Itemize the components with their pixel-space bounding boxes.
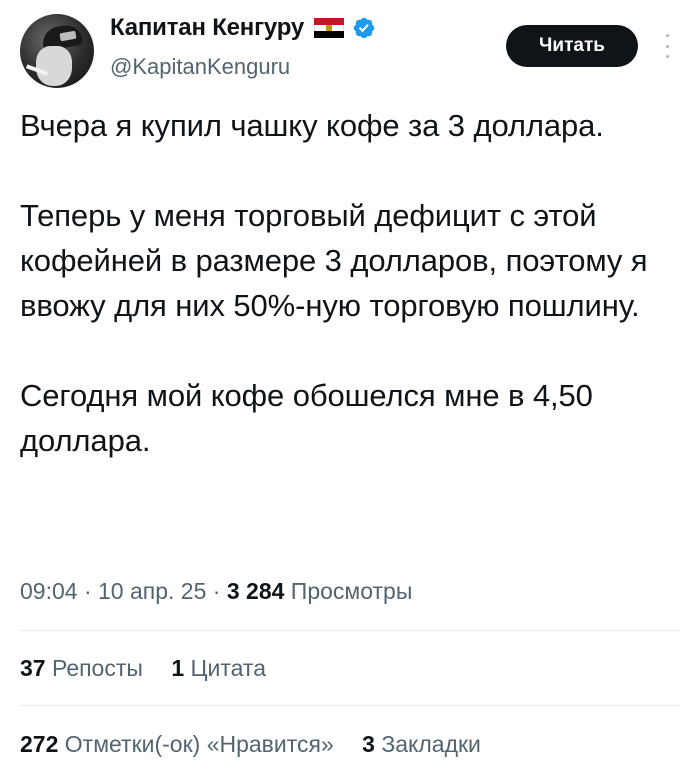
author-handle[interactable]: @KapitanKenguru bbox=[110, 54, 290, 80]
reposts-count: 37 bbox=[20, 655, 46, 681]
quotes-count: 1 bbox=[171, 655, 185, 681]
meta-separator: · bbox=[206, 578, 227, 604]
likes-count: 272 bbox=[20, 731, 59, 757]
likes-label: Отметки(-ок) «Нравится» bbox=[64, 731, 334, 757]
tweet-meta: 09:04 · 10 апр. 25 · 3 284 Просмотры bbox=[20, 578, 412, 605]
tweet-paragraph: Сегодня мой кофе обошелся мне в 4,50 дол… bbox=[20, 378, 593, 458]
views-label: Просмотры bbox=[290, 578, 413, 604]
bookmarks-stat[interactable]: 3 Закладки bbox=[362, 731, 481, 758]
reposts-stat[interactable]: 37 Репосты bbox=[20, 655, 143, 682]
quotes-stat[interactable]: 1 Цитата bbox=[171, 655, 266, 682]
egypt-flag-icon bbox=[314, 18, 345, 38]
quotes-label: Цитата bbox=[190, 655, 267, 681]
avatar[interactable] bbox=[20, 14, 94, 88]
views-count: 3 284 bbox=[226, 578, 285, 604]
reposts-label: Репосты bbox=[51, 655, 143, 681]
verified-badge-icon[interactable] bbox=[352, 16, 376, 40]
divider bbox=[20, 630, 680, 631]
follow-button[interactable]: Читать bbox=[506, 25, 638, 67]
tweet-text: Вчера я купил чашку кофе за 3 доллара. Т… bbox=[20, 103, 680, 463]
tweet-detail: Капитан Кенгуру @KapitanKenguru Читать В… bbox=[0, 0, 700, 779]
more-options-icon[interactable] bbox=[662, 34, 672, 58]
bookmarks-count: 3 bbox=[362, 731, 375, 757]
tweet-paragraph: Теперь у меня торговый дефицит с этой ко… bbox=[20, 198, 648, 323]
bookmarks-label: Закладки bbox=[381, 731, 481, 757]
meta-separator: · bbox=[77, 578, 99, 604]
divider bbox=[20, 705, 680, 706]
tweet-date[interactable]: 10 апр. 25 bbox=[98, 578, 206, 604]
tweet-paragraph: Вчера я купил чашку кофе за 3 доллара. bbox=[20, 108, 604, 143]
engagement-row: 272 Отметки(-ок) «Нравится» 3 Закладки bbox=[20, 731, 503, 758]
author-name-row: Капитан Кенгуру bbox=[110, 14, 376, 42]
author-display-name[interactable]: Капитан Кенгуру bbox=[110, 14, 304, 42]
likes-stat[interactable]: 272 Отметки(-ок) «Нравится» bbox=[20, 731, 334, 758]
avatar-face bbox=[36, 46, 72, 86]
tweet-time[interactable]: 09:04 bbox=[20, 578, 78, 604]
engagement-row: 37 Репосты 1 Цитата bbox=[20, 655, 288, 682]
